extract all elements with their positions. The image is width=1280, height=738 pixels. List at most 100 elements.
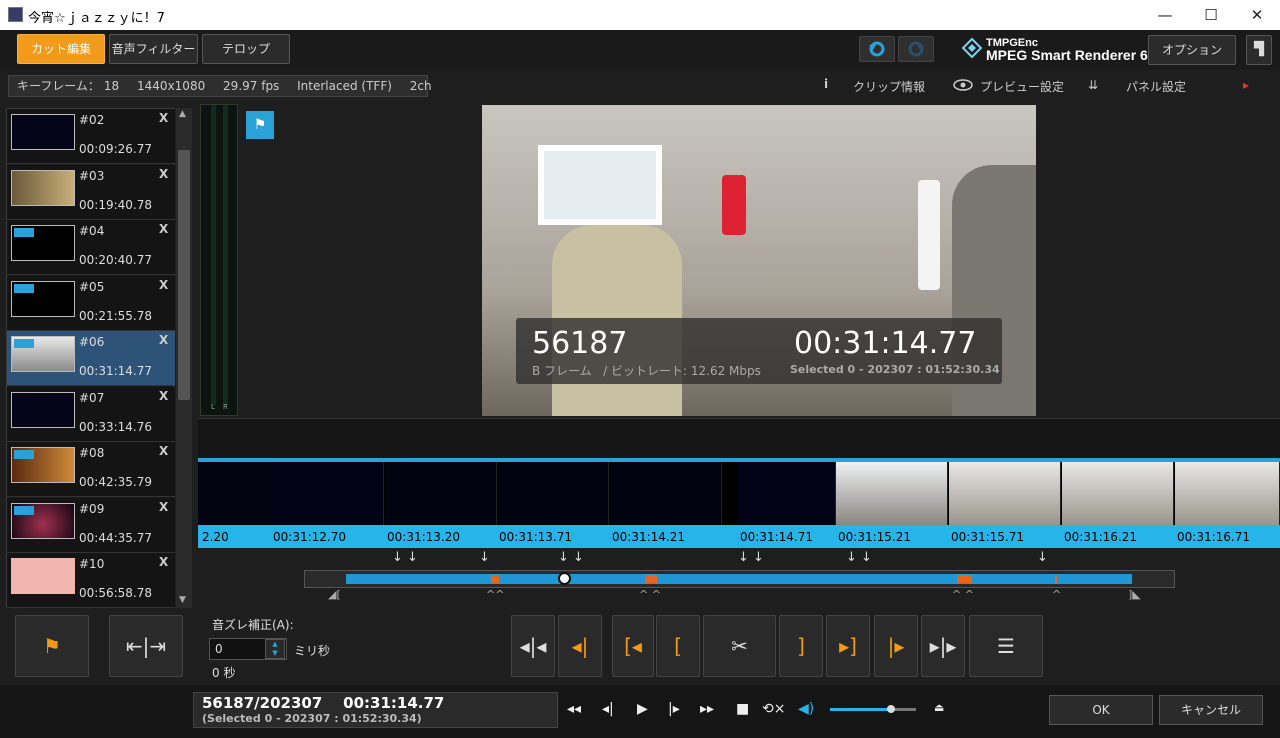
remove-clip-button[interactable]: X	[159, 555, 168, 569]
set-cut-start-button[interactable]: [	[656, 615, 700, 677]
list-item[interactable]: #03 00:19:40.78 X	[7, 165, 175, 220]
film-frame[interactable]	[836, 462, 948, 525]
keyframe-arrow-icon: ↓	[1037, 550, 1048, 565]
list-item[interactable]: #06 00:31:14.77 X	[7, 331, 175, 386]
film-frame[interactable]	[738, 462, 836, 525]
add-flag-button[interactable]: ⚑	[15, 615, 89, 677]
undo-button[interactable]	[859, 36, 895, 62]
info-icon: i	[824, 77, 829, 91]
loop-off-icon[interactable]: ⟲×	[762, 701, 785, 717]
timeline-ruler[interactable]	[198, 418, 1280, 458]
volume-knob[interactable]	[887, 705, 895, 713]
film-frame[interactable]	[497, 462, 609, 525]
list-item[interactable]: #09 00:44:35.77 X	[7, 498, 175, 553]
film-frame[interactable]	[385, 462, 497, 525]
film-frame[interactable]	[1062, 462, 1174, 525]
clip-time: 00:31:14.77	[79, 364, 152, 378]
volume-level	[830, 708, 892, 711]
frame-type: B フレーム	[532, 364, 592, 378]
tab-telop[interactable]: テロップ	[202, 34, 290, 64]
cancel-button[interactable]: キャンセル	[1159, 695, 1263, 725]
audio-sync-stepper[interactable]: ▲ ▼	[265, 639, 285, 659]
step-forward-icon[interactable]: |▸	[668, 701, 680, 717]
cut-marker[interactable]	[957, 575, 972, 583]
cut-marker[interactable]	[645, 575, 657, 583]
menu-icon[interactable]: ☰	[969, 615, 1043, 677]
redo-button[interactable]	[898, 36, 934, 62]
close-button[interactable]: ✕	[1234, 0, 1280, 30]
undo-icon	[869, 41, 885, 57]
flag-marker-button[interactable]: ⚑	[246, 111, 274, 139]
maximize-button[interactable]: ☐	[1188, 0, 1234, 30]
panel-settings-link[interactable]: パネル設定	[1126, 78, 1186, 95]
remove-clip-button[interactable]: X	[159, 167, 168, 181]
list-item[interactable]: #07 00:33:14.76 X	[7, 387, 175, 442]
film-frame[interactable]	[949, 462, 1061, 525]
eject-icon[interactable]: ⏏	[934, 701, 944, 714]
stop-icon[interactable]: ■	[736, 701, 749, 717]
minimize-button[interactable]: —	[1142, 0, 1188, 30]
cut-scissors-button[interactable]: ✂	[703, 615, 776, 677]
clip-time: 00:21:55.78	[79, 309, 152, 323]
color-icon[interactable]: ▸	[1243, 78, 1249, 92]
go-to-end-button[interactable]: ▸|▸	[921, 615, 965, 677]
overlay-selected: Selected 0 - 202307 : 01:52:30.34	[790, 363, 1000, 376]
range-start-icon[interactable]: ◢[	[328, 588, 341, 601]
list-item[interactable]: #10 00:56:58.78 X	[7, 553, 175, 608]
remove-clip-button[interactable]: X	[159, 278, 168, 292]
clip-number: #04	[79, 224, 105, 238]
clip-time: 00:44:35.77	[79, 531, 152, 545]
play-icon[interactable]: ▶	[637, 701, 648, 717]
clip-info-link[interactable]: クリップ情報	[853, 78, 925, 95]
remove-clip-button[interactable]: X	[159, 111, 168, 125]
title-bar: 今宵☆ｊａｚｚｙに！7 — ☐ ✕	[0, 0, 1280, 30]
rewind-icon[interactable]: ◂◂	[567, 701, 581, 717]
remove-clip-button[interactable]: X	[159, 389, 168, 403]
filmstrip-timecode: 00:31:13.20	[387, 530, 460, 544]
prev-keyframe-button[interactable]: ◂|	[558, 615, 602, 677]
ok-button[interactable]: OK	[1049, 695, 1153, 725]
go-to-cut-end-button[interactable]: ▸]	[826, 615, 870, 677]
next-keyframe-button[interactable]: |▸	[874, 615, 918, 677]
caret-icon: ^ ^	[952, 588, 974, 601]
remove-clip-button[interactable]: X	[159, 500, 168, 514]
position-knob[interactable]	[558, 572, 571, 585]
scrollbar-thumb[interactable]	[178, 150, 190, 400]
status-position: 56187/202307 00:31:14.77	[202, 694, 445, 712]
keyframe-arrow-icon: ↓ ↓	[846, 550, 872, 565]
range-end-icon[interactable]: ]◣	[1128, 588, 1141, 601]
studio-screen	[538, 145, 662, 225]
step-back-icon[interactable]: ◂|	[602, 701, 614, 717]
list-item[interactable]: #05 00:21:55.78 X	[7, 276, 175, 331]
go-to-start-button[interactable]: ◂|◂	[511, 615, 555, 677]
list-item[interactable]: #02 00:09:26.77 X	[7, 109, 175, 164]
clip-time: 00:42:35.79	[79, 475, 152, 489]
list-item[interactable]: #04 00:20:40.77 X	[7, 220, 175, 275]
cut-marker[interactable]	[491, 575, 499, 583]
tab-audio-filter[interactable]: 音声フィルター	[109, 34, 198, 64]
keyframe-arrow-icon: ↓ ↓	[558, 550, 584, 565]
film-frame[interactable]	[610, 462, 722, 525]
remove-clip-button[interactable]: X	[159, 222, 168, 236]
remove-clip-button[interactable]: X	[159, 333, 168, 347]
tab-cut-edit[interactable]: カット編集	[17, 34, 105, 64]
filmstrip-timecode: 00:31:15.21	[838, 530, 911, 544]
clip-thumbnail	[11, 281, 75, 317]
set-cut-end-button[interactable]: ]	[779, 615, 823, 677]
go-to-cut-start-button[interactable]: [◂	[612, 615, 654, 677]
fast-forward-icon[interactable]: ▸▸	[700, 701, 714, 717]
scroll-down-icon[interactable]: ▼	[179, 595, 186, 605]
scroll-up-icon[interactable]: ▲	[179, 109, 186, 119]
volume-icon[interactable]: ◀)	[798, 701, 814, 717]
film-frame[interactable]	[1175, 462, 1280, 525]
cut-marker[interactable]	[1055, 575, 1057, 583]
caret-icon: ^^	[486, 588, 505, 601]
film-frame[interactable]	[272, 462, 384, 525]
list-item[interactable]: #08 00:42:35.79 X	[7, 442, 175, 497]
collapse-panel-button[interactable]: ▜	[1246, 35, 1272, 65]
options-button[interactable]: オプション	[1148, 35, 1236, 65]
preview-settings-link[interactable]: プレビュー設定	[980, 78, 1064, 95]
remove-clip-button[interactable]: X	[159, 444, 168, 458]
split-button[interactable]: ⇤|⇥	[109, 615, 183, 677]
clip-time: 00:33:14.76	[79, 420, 152, 434]
